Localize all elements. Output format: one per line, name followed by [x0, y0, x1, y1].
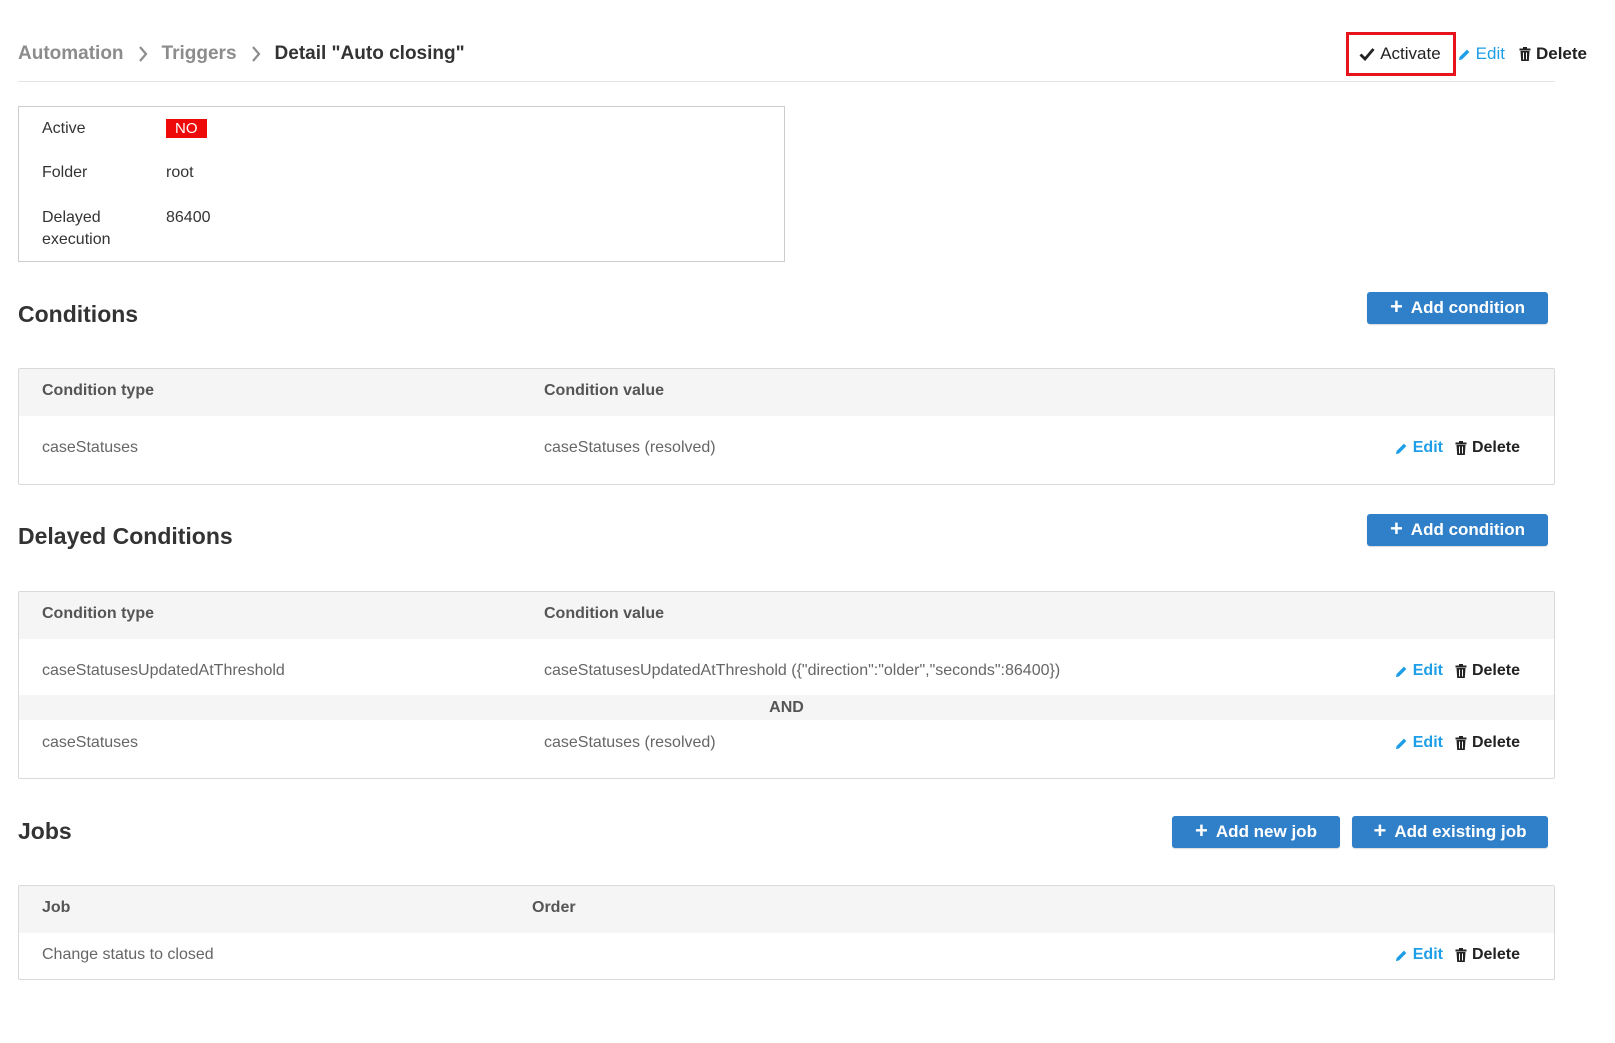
add-condition-label: Add condition [1410, 298, 1526, 317]
breadcrumb-current: Detail "Auto closing" [274, 43, 465, 64]
trash-icon [1455, 948, 1467, 962]
job-name-cell: Change status to closed [42, 946, 214, 963]
active-status-badge: NO [166, 118, 207, 140]
edit-trigger-button[interactable]: Edit [1458, 44, 1505, 64]
row-actions: Edit Delete [1395, 439, 1520, 457]
breadcrumb-triggers[interactable]: Triggers [162, 43, 237, 65]
row-actions: Edit Delete [1395, 662, 1520, 680]
add-existing-job-button[interactable]: + Add existing job [1352, 816, 1548, 848]
trigger-info-panel: Active NO Folder root Delayed execution … [18, 106, 785, 262]
edit-condition-button[interactable]: Edit [1395, 734, 1443, 752]
condition-type-cell: caseStatusesUpdatedAtThreshold [42, 662, 285, 679]
add-existing-job-label: Add existing job [1394, 822, 1527, 841]
row-actions: Edit Delete [1395, 734, 1520, 752]
edit-job-button[interactable]: Edit [1395, 946, 1443, 964]
active-label: Active [42, 120, 86, 137]
delete-condition-button[interactable]: Delete [1455, 734, 1520, 752]
condition-type-cell: caseStatuses [42, 734, 139, 751]
jobs-table: Job Order Change status to closed Edit D… [18, 885, 1555, 980]
delayed-execution-label: Delayed execution [42, 209, 111, 248]
trash-icon [1519, 47, 1531, 61]
edit-condition-button[interactable]: Edit [1395, 662, 1443, 680]
pencil-icon [1395, 949, 1408, 962]
delete-label: Delete [1535, 44, 1587, 63]
edit-label: Edit [1475, 44, 1505, 63]
column-condition-value: Condition value [544, 382, 664, 399]
condition-type-cell: caseStatuses [42, 439, 139, 456]
column-job: Job [42, 899, 71, 916]
delete-condition-button[interactable]: Delete [1455, 662, 1520, 680]
folder-value: root [166, 164, 194, 181]
folder-label: Folder [42, 164, 88, 181]
delete-trigger-button[interactable]: Delete [1519, 44, 1587, 64]
delayed-conditions-table: Condition type Condition value caseStatu… [18, 591, 1555, 779]
chevron-right-icon [251, 46, 261, 62]
column-condition-type: Condition type [42, 382, 154, 399]
delete-job-button[interactable]: Delete [1455, 946, 1520, 964]
trash-icon [1455, 441, 1467, 455]
add-new-job-label: Add new job [1215, 822, 1317, 841]
add-delayed-condition-button[interactable]: + Add condition [1367, 514, 1548, 546]
checkmark-icon [1359, 47, 1375, 61]
column-condition-value: Condition value [544, 605, 664, 622]
header-divider [18, 81, 1555, 82]
pencil-icon [1395, 737, 1408, 750]
delayed-conditions-table-header: Condition type Condition value [19, 592, 1554, 639]
activate-button[interactable]: Activate [1346, 32, 1456, 76]
plus-icon: + [1389, 516, 1403, 541]
condition-value-cell: caseStatuses (resolved) [544, 439, 716, 456]
breadcrumb: Automation Triggers Detail "Auto closing… [18, 40, 465, 68]
column-order: Order [532, 899, 576, 916]
and-separator: AND [19, 695, 1554, 720]
pencil-icon [1395, 665, 1408, 678]
header-actions: Activate Edit Delete [1346, 32, 1587, 76]
row-actions: Edit Delete [1395, 946, 1520, 964]
trash-icon [1455, 736, 1467, 750]
condition-value-cell: caseStatuses (resolved) [544, 734, 716, 751]
plus-icon: + [1389, 294, 1403, 319]
condition-value-cell: caseStatusesUpdatedAtThreshold ({"direct… [544, 662, 1061, 679]
conditions-table-header: Condition type Condition value [19, 369, 1554, 416]
plus-icon: + [1373, 818, 1387, 843]
breadcrumb-automation[interactable]: Automation [18, 43, 124, 65]
pencil-icon [1395, 442, 1408, 455]
add-condition-button[interactable]: + Add condition [1367, 292, 1548, 324]
conditions-title: Conditions [18, 301, 139, 327]
chevron-right-icon [138, 46, 148, 62]
plus-icon: + [1195, 818, 1208, 843]
delayed-conditions-title: Delayed Conditions [18, 523, 233, 549]
activate-label: Activate [1380, 44, 1441, 63]
conditions-table: Condition type Condition value caseStatu… [18, 368, 1555, 485]
pencil-icon [1458, 48, 1471, 61]
jobs-title: Jobs [18, 818, 72, 844]
column-condition-type: Condition type [42, 605, 154, 622]
add-new-job-button[interactable]: + Add new job [1172, 816, 1340, 848]
add-condition-label: Add condition [1410, 520, 1526, 539]
trash-icon [1455, 664, 1467, 678]
delayed-execution-value: 86400 [166, 209, 211, 226]
delete-condition-button[interactable]: Delete [1455, 439, 1520, 457]
jobs-table-header: Job Order [19, 886, 1554, 933]
edit-condition-button[interactable]: Edit [1395, 439, 1443, 457]
